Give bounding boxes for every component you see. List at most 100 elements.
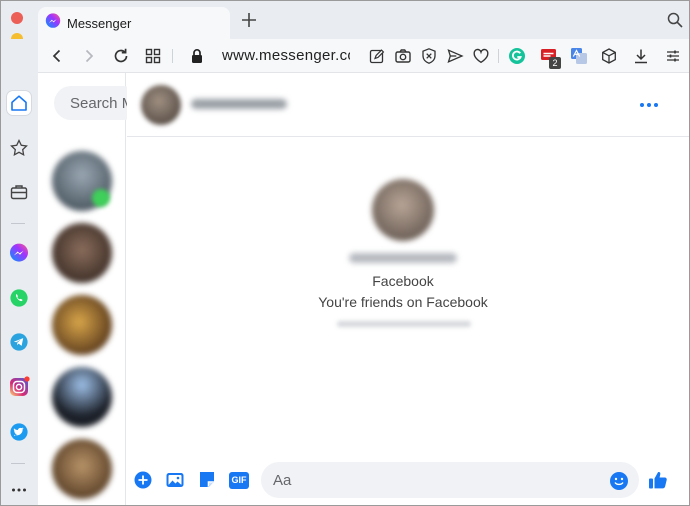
profile-avatar[interactable]: [372, 179, 434, 241]
sidebar-dock: [1, 39, 38, 505]
favorites-button[interactable]: [472, 47, 490, 65]
conversation-pane: Facebook You're friends on Facebook GIF: [127, 73, 689, 505]
instagram-icon: [10, 376, 30, 396]
emoji-button[interactable]: [609, 471, 629, 491]
more-dots-icon: [647, 103, 651, 107]
adblock-button[interactable]: [420, 47, 438, 65]
send-button[interactable]: [446, 47, 464, 65]
friends-status-label: You're friends on Facebook: [318, 294, 488, 310]
dock-tools-button[interactable]: [7, 180, 31, 204]
chevron-right-icon: [85, 49, 94, 63]
browser-toolbar: www.messenger.com 2: [38, 39, 689, 73]
dock-more-button[interactable]: [7, 478, 31, 502]
camera-icon: [395, 49, 411, 63]
forward-button[interactable]: [80, 47, 98, 65]
dock-home-button[interactable]: [7, 91, 31, 115]
contact-avatar[interactable]: [141, 85, 181, 125]
online-indicator: [92, 189, 110, 207]
profile-name-redacted: [349, 253, 457, 263]
heart-icon: [473, 48, 489, 64]
plus-circle-icon: [134, 471, 152, 489]
messenger-icon: [10, 243, 28, 262]
edit-page-button[interactable]: [368, 47, 386, 65]
dock-separator: [11, 223, 25, 224]
conversation-header: [127, 73, 689, 137]
dock-separator: [11, 463, 25, 464]
cube-extension-button[interactable]: [600, 47, 618, 65]
translate-icon: [571, 48, 587, 64]
plus-icon: [242, 13, 256, 27]
profile-source-label: Facebook: [372, 273, 434, 289]
tab-search-button[interactable]: [667, 12, 683, 28]
address-bar[interactable]: www.messenger.com: [222, 47, 350, 64]
lock-icon: [192, 49, 202, 63]
site-info-button[interactable]: [188, 47, 206, 65]
grid-icon: [145, 48, 161, 64]
sliders-icon: [667, 50, 679, 62]
settings-button[interactable]: [664, 47, 682, 65]
chevron-left-icon: [52, 49, 61, 63]
tab-label: Messenger: [67, 15, 132, 31]
screenshot-button[interactable]: [394, 47, 412, 65]
message-composer: GIF: [127, 459, 689, 503]
emoji-icon: [610, 472, 628, 490]
chat-list-item[interactable]: [52, 439, 112, 499]
dock-instagram-button[interactable]: [7, 375, 31, 399]
twitter-icon: [10, 423, 28, 441]
chat-list: Search Messenger: [38, 73, 140, 505]
dock-twitter-button[interactable]: [7, 420, 31, 444]
ellipsis-icon: [12, 488, 26, 492]
tab-strip: Messenger: [1, 1, 689, 67]
gif-button[interactable]: GIF: [229, 470, 249, 490]
browser-window: Messenger www.messenger.com: [0, 0, 690, 506]
dock-telegram-button[interactable]: [7, 330, 31, 354]
paper-plane-icon: [447, 49, 464, 63]
contact-name-redacted[interactable]: [191, 99, 287, 109]
pencil-square-icon: [369, 49, 385, 64]
cube-icon: [602, 48, 616, 64]
dock-messenger-button[interactable]: [7, 241, 31, 265]
more-dots-icon: [654, 103, 658, 107]
conversation-options-button[interactable]: [635, 95, 663, 115]
grammarly-extension-button[interactable]: [508, 47, 526, 65]
messenger-favicon-icon: [45, 12, 61, 34]
downloads-button[interactable]: [632, 47, 650, 65]
back-button[interactable]: [48, 47, 66, 65]
dock-whatsapp-button[interactable]: [7, 286, 31, 310]
home-icon: [11, 95, 27, 111]
toolbar-divider: [498, 49, 499, 63]
translate-extension-button[interactable]: [570, 47, 588, 65]
extension-badge: 2: [549, 57, 561, 69]
telegram-icon: [10, 333, 28, 351]
message-input[interactable]: [261, 462, 639, 498]
briefcase-icon: [10, 185, 28, 200]
search-icon: [667, 12, 683, 28]
attach-photo-button[interactable]: [165, 470, 185, 490]
thumbs-up-icon: [649, 472, 667, 489]
new-tab-button[interactable]: [240, 11, 258, 29]
chat-list-item[interactable]: [52, 223, 112, 283]
gif-icon: GIF: [229, 471, 249, 489]
whatsapp-icon: [10, 289, 28, 307]
more-dots-icon: [640, 103, 644, 107]
mail-extension-button[interactable]: 2: [540, 47, 561, 69]
chat-list-item[interactable]: [52, 295, 112, 355]
toolbar-divider: [172, 49, 173, 63]
star-icon: [10, 138, 28, 157]
dock-bookmarks-button[interactable]: [7, 136, 31, 160]
profile-meta-redacted: [337, 321, 471, 327]
download-icon: [635, 49, 647, 64]
sticker-icon: [200, 472, 214, 487]
more-actions-button[interactable]: [133, 470, 153, 490]
shield-x-icon: [422, 48, 436, 64]
send-like-button[interactable]: [647, 469, 669, 491]
reload-icon: [114, 48, 128, 63]
grammarly-icon: [509, 48, 525, 64]
photo-icon: [166, 473, 184, 487]
tab-grid-button[interactable]: [144, 47, 162, 65]
tab-messenger[interactable]: Messenger: [38, 7, 230, 39]
sticker-button[interactable]: [197, 470, 217, 490]
close-window-button[interactable]: [11, 12, 23, 24]
chat-list-item[interactable]: [52, 367, 112, 427]
reload-button[interactable]: [112, 47, 130, 65]
